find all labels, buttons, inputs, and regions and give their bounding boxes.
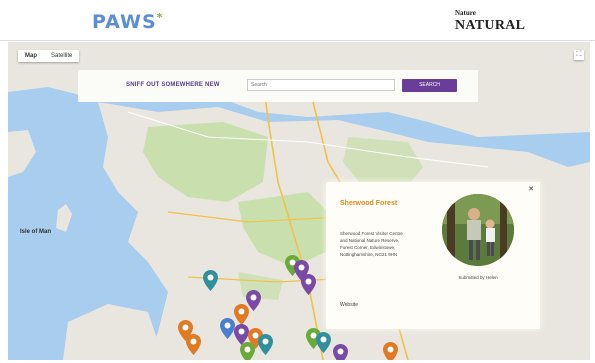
map-pin[interactable] — [240, 342, 255, 360]
map-pin[interactable] — [333, 344, 348, 360]
isle-of-man-label: Isle of Man — [20, 229, 52, 235]
photo-caption: Submitted by Helen — [458, 275, 498, 280]
search-label: SNIFF OUT SOMEWHERE NEW — [126, 82, 220, 88]
popup-title: Sherwood Forest — [340, 200, 398, 207]
logo-big-text: NATURAL — [455, 18, 526, 33]
map-pin[interactable] — [301, 274, 316, 295]
close-icon[interactable]: ✕ — [528, 185, 534, 193]
paws-logo[interactable]: PAWS* — [92, 11, 163, 33]
map-view[interactable]: Map Satellite ⛶ SNIFF OUT SOMEWHERE NEW … — [8, 42, 590, 360]
tab-map[interactable]: Map — [18, 50, 44, 62]
map-pin[interactable] — [383, 342, 398, 360]
site-header: PAWS* Nature NATURAL — [0, 0, 595, 41]
tab-satellite[interactable]: Satellite — [44, 50, 79, 62]
logo-small-text: Nature — [455, 9, 476, 17]
map-pin[interactable] — [186, 334, 201, 355]
fullscreen-icon[interactable]: ⛶ — [574, 50, 584, 60]
map-pin[interactable] — [234, 304, 249, 325]
website-link[interactable]: Website — [340, 302, 358, 308]
map-pin[interactable] — [203, 270, 218, 291]
search-button[interactable]: SEARCH — [402, 79, 457, 92]
nature-natural-logo[interactable]: Nature NATURAL — [455, 10, 525, 33]
map-pin[interactable] — [316, 332, 331, 353]
map-type-toggle: Map Satellite — [18, 50, 80, 62]
search-input[interactable] — [247, 79, 395, 91]
submitted-photo — [442, 194, 514, 266]
location-popup: ✕ Sherwood Forest Sherwood Forest Visito… — [326, 182, 540, 329]
popup-description: Sherwood Forest Visitor Centre and Natio… — [340, 231, 403, 257]
map-pin[interactable] — [220, 318, 235, 339]
photo-image — [442, 194, 514, 266]
search-banner: SNIFF OUT SOMEWHERE NEW SEARCH — [78, 70, 478, 102]
map-pin[interactable] — [258, 334, 273, 355]
paw-star-mark: * — [156, 11, 164, 24]
